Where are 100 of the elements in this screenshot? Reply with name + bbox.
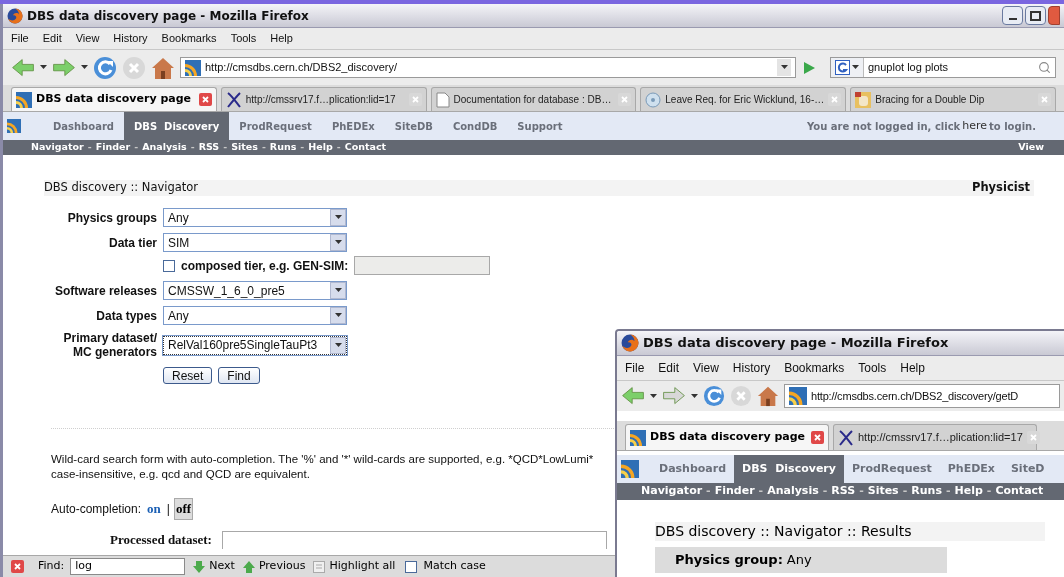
go-icon[interactable] — [801, 59, 817, 76]
menu-item[interactable]: File — [625, 359, 645, 377]
separator-text: - — [300, 140, 305, 155]
history-dropdown-button[interactable] — [777, 59, 791, 76]
sub-nav-link[interactable]: Sites — [231, 140, 258, 155]
site-nav-tab[interactable]: CondDB — [442, 112, 508, 140]
find-bar-button[interactable]: Highlight all — [313, 558, 396, 575]
dropdown[interactable]: Any — [163, 208, 347, 227]
sub-nav-link[interactable]: Sites — [867, 483, 899, 500]
sub-nav-link[interactable]: Contact — [344, 140, 387, 155]
browser-tab[interactable]: DBS data discovery page — [625, 424, 829, 450]
browser-tab[interactable]: http://cmssrv17.f…plication:lid=17 — [220, 87, 427, 111]
sub-nav-link[interactable]: Analysis — [142, 140, 187, 155]
composed-tier-field[interactable] — [354, 256, 491, 275]
browser-tab[interactable]: Bracing for a Double Dip — [850, 87, 1056, 111]
dropdown-caret-icon[interactable] — [650, 393, 657, 399]
sub-nav-link[interactable]: Help — [954, 483, 983, 500]
checkbox[interactable] — [163, 259, 175, 272]
sub-nav-link[interactable]: Finder — [95, 140, 131, 155]
find-field[interactable]: log — [70, 558, 186, 575]
menu-item[interactable]: History — [732, 359, 771, 377]
processed-dataset-field[interactable] — [221, 531, 607, 549]
site-nav-tab[interactable]: PhEDEx — [321, 112, 385, 140]
feed-icon — [185, 59, 201, 76]
menu-item[interactable]: View — [75, 30, 100, 47]
chevron-icon[interactable] — [334, 342, 342, 348]
field-label: Physics groups — [66, 210, 157, 225]
browser-tab[interactable]: DBS data discovery page — [11, 87, 217, 111]
site-nav-tab[interactable]: DBS Discovery — [734, 455, 844, 483]
search-engine-button[interactable] — [831, 58, 864, 77]
site-nav-tab[interactable]: ProdRequest — [843, 455, 940, 483]
menu-item[interactable]: Tools — [858, 359, 887, 377]
minimize-button[interactable] — [1002, 6, 1023, 25]
sub-nav-link[interactable]: Contact — [995, 483, 1044, 500]
chevron-icon[interactable] — [334, 215, 342, 220]
menu-item[interactable]: History — [113, 30, 148, 47]
view-link[interactable]: View — [1018, 140, 1044, 155]
menu-item[interactable]: Bookmarks — [161, 30, 217, 47]
form-button[interactable]: Find — [218, 367, 260, 384]
sub-nav-link[interactable]: Runs — [269, 140, 297, 155]
maximize-button[interactable] — [1025, 6, 1046, 25]
menu-item[interactable]: Help — [270, 30, 293, 47]
site-nav-tab[interactable]: Dashboard — [43, 112, 124, 140]
menu-item[interactable]: Edit — [658, 359, 680, 377]
close-button[interactable] — [1048, 6, 1060, 25]
menu-item[interactable]: Tools — [230, 30, 257, 47]
close-tab-icon[interactable] — [811, 431, 824, 444]
menu-item[interactable]: Bookmarks — [784, 359, 845, 377]
browser-tab[interactable]: Documentation for database : DB… — [430, 87, 637, 111]
dropdown-caret-icon[interactable] — [40, 65, 47, 70]
sub-nav-link[interactable]: RSS — [831, 483, 856, 500]
close-tab-icon[interactable] — [198, 93, 212, 106]
dropdown[interactable]: SIM — [163, 233, 347, 252]
search-field[interactable]: gnuplot log plots — [830, 57, 1056, 78]
match-case-checkbox[interactable] — [405, 560, 418, 573]
dropdown-caret-icon[interactable] — [691, 393, 698, 399]
sub-nav-link[interactable]: Analysis — [767, 483, 819, 500]
sub-nav-link[interactable]: Help — [308, 140, 333, 155]
menu-item[interactable]: View — [693, 359, 719, 377]
autocompletion-option[interactable]: off — [173, 498, 194, 520]
reload-icon[interactable] — [703, 385, 725, 407]
sub-nav-link[interactable]: RSS — [198, 140, 220, 155]
form-button[interactable]: Reset — [163, 367, 213, 384]
autocompletion-option[interactable]: on — [145, 498, 163, 520]
close-tab-icon[interactable] — [11, 560, 24, 573]
reload-icon[interactable] — [93, 55, 117, 80]
dropdown[interactable]: Any — [163, 306, 347, 325]
site-nav-tab[interactable]: DBS Discovery — [124, 112, 230, 140]
search-icon[interactable] — [1038, 61, 1051, 74]
browser-tab[interactable]: http://cmssrv17.f…plication:lid=17 — [833, 424, 1037, 450]
address-field[interactable]: http://cmsdbs.cern.ch/DBS2_discovery/ — [180, 57, 796, 78]
site-nav-tab[interactable]: Support — [507, 112, 573, 140]
menu-item[interactable]: Help — [900, 359, 925, 377]
site-nav-tab[interactable]: SiteDB — [384, 112, 443, 140]
separator-text: - — [87, 140, 92, 155]
chevron-icon[interactable] — [334, 288, 342, 293]
chevron-icon[interactable] — [334, 240, 342, 245]
site-nav-tab[interactable]: ProdRequest — [229, 112, 322, 140]
sub-nav-link[interactable]: Runs — [911, 483, 942, 500]
caret-icon[interactable] — [852, 65, 859, 70]
dropdown[interactable]: RelVal160pre5SingleTauPt3 — [163, 335, 347, 355]
find-bar-button[interactable]: Previous — [242, 558, 306, 575]
site-nav-tab[interactable]: Dashboard — [651, 455, 735, 483]
sub-nav-link[interactable]: Finder — [714, 483, 755, 500]
browser-tab[interactable]: Leave Req. for Eric Wicklund, 16-… — [640, 87, 847, 111]
dropdown-caret-icon[interactable] — [81, 65, 88, 70]
site-nav-tab[interactable]: PhEDEx — [939, 455, 1003, 483]
address-field[interactable]: http://cmsdbs.cern.ch/DBS2_discovery/getD — [784, 384, 1060, 408]
find-bar-button[interactable]: Next — [193, 558, 235, 575]
sub-nav-link[interactable]: Navigator — [641, 483, 703, 500]
chevron-icon[interactable] — [334, 313, 342, 318]
sub-nav-link[interactable]: Navigator — [31, 140, 84, 155]
menu-item[interactable]: File — [11, 30, 29, 47]
login-link[interactable]: here — [962, 117, 988, 135]
dropdown[interactable]: CMSSW_1_6_0_pre5 — [163, 281, 347, 300]
caret-icon[interactable] — [780, 65, 788, 70]
site-nav-tab[interactable]: SiteD — [1002, 455, 1053, 483]
home-icon[interactable] — [757, 385, 779, 407]
home-icon[interactable] — [151, 55, 175, 80]
menu-item[interactable]: Edit — [42, 30, 62, 47]
